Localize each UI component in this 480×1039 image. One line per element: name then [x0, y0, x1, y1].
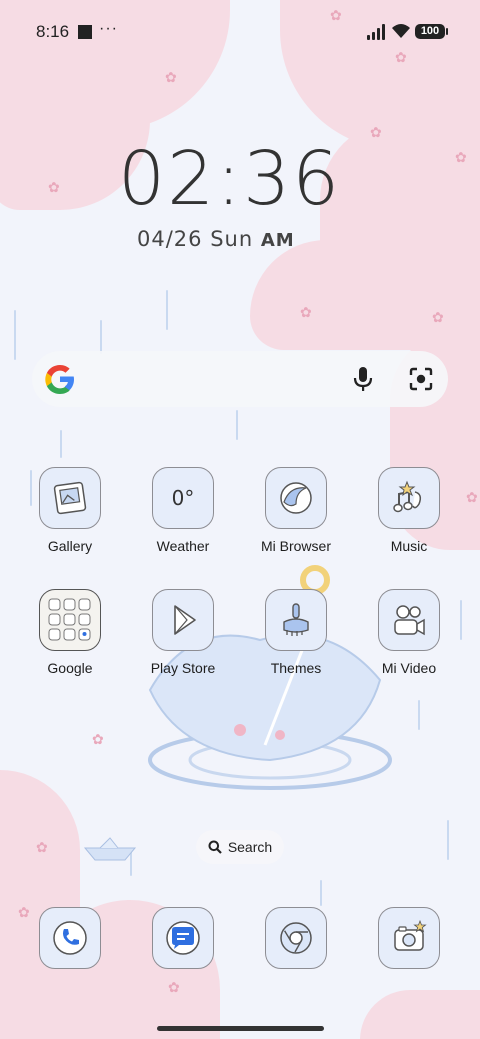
app-play-store[interactable]: Play Store: [128, 589, 238, 676]
app-google-folder[interactable]: Google: [15, 589, 125, 676]
chrome-icon: [265, 907, 327, 969]
app-themes[interactable]: Themes: [241, 589, 351, 676]
notification-icon: [78, 25, 92, 39]
home-search-button[interactable]: Search: [196, 830, 284, 864]
paper-boat-illustration: [83, 837, 137, 861]
google-g-icon: [45, 365, 74, 394]
messages-icon: [152, 907, 214, 969]
home-search-label: Search: [227, 839, 273, 855]
weather-icon: 0°: [152, 467, 214, 529]
microphone-icon[interactable]: [352, 366, 374, 392]
weather-temperature: 0°: [171, 486, 195, 510]
phone-icon: [39, 907, 101, 969]
app-label: Music: [390, 538, 428, 554]
app-label: Themes: [270, 660, 322, 676]
camera-icon: [378, 907, 440, 969]
more-notifications-icon: ···: [99, 20, 118, 37]
gallery-icon: [39, 467, 101, 529]
app-label: Play Store: [150, 660, 216, 676]
status-time: 8:16: [36, 22, 70, 41]
dock-camera[interactable]: [354, 907, 464, 969]
dock-phone[interactable]: [15, 907, 125, 969]
signal-icon: [367, 24, 387, 40]
status-bar: 8:16 ··· 100: [0, 0, 480, 64]
clock-time[interactable]: 02:36: [118, 136, 341, 222]
music-icon: [378, 467, 440, 529]
app-label: Weather: [156, 538, 210, 554]
browser-icon: [265, 467, 327, 529]
dock-chrome[interactable]: [241, 907, 351, 969]
app-mi-browser[interactable]: Mi Browser: [241, 467, 351, 554]
google-search-widget[interactable]: [32, 351, 448, 407]
clock-date[interactable]: 04/26 Sun AM: [137, 227, 295, 251]
themes-brush-icon: [265, 589, 327, 651]
wifi-icon: [392, 24, 410, 38]
app-label: Mi Browser: [260, 538, 331, 554]
app-weather[interactable]: 0° Weather: [128, 467, 238, 554]
app-mi-video[interactable]: Mi Video: [354, 589, 464, 676]
home-indicator[interactable]: [157, 1026, 324, 1031]
battery-icon: 100: [415, 24, 448, 39]
play-store-icon: [152, 589, 214, 651]
search-icon: [208, 840, 222, 854]
google-folder-icon: [39, 589, 101, 651]
app-label: Google: [47, 660, 93, 676]
dock-messages[interactable]: [128, 907, 238, 969]
date-text: 04/26 Sun: [137, 227, 254, 251]
app-label: Gallery: [47, 538, 93, 554]
video-camera-icon: [378, 589, 440, 651]
app-gallery[interactable]: Gallery: [15, 467, 125, 554]
am-pm: AM: [260, 230, 295, 251]
app-music[interactable]: Music: [354, 467, 464, 554]
lens-camera-icon[interactable]: [408, 366, 434, 392]
app-label: Mi Video: [381, 660, 437, 676]
